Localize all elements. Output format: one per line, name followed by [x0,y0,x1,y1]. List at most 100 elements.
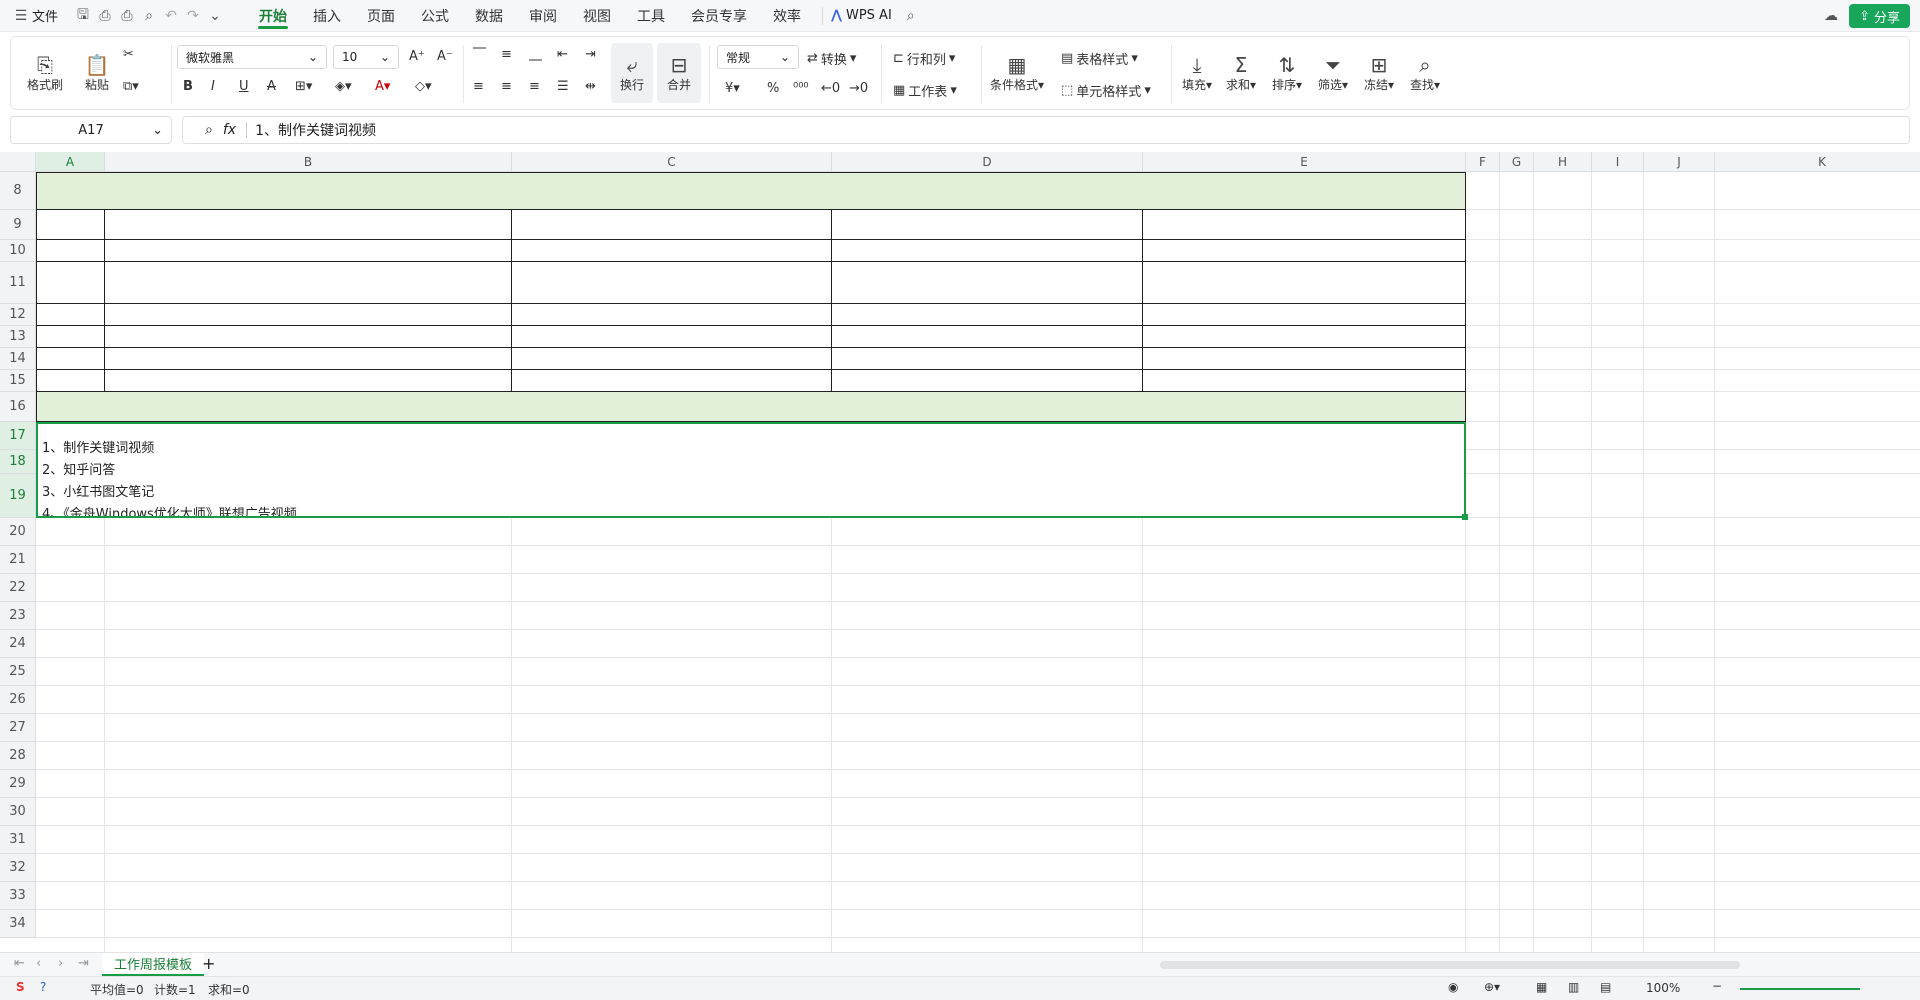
align-middle-icon[interactable]: ≡ [501,47,512,62]
table-cell[interactable] [832,370,1143,392]
table-cell[interactable] [105,370,512,392]
target-icon[interactable]: ⊕▾ [1484,980,1500,994]
align-center-icon[interactable]: ≡ [501,79,512,94]
wps-ai-button[interactable]: WPS AI [846,8,892,23]
formula-input[interactable]: ⌕ fx 1、制作关键词视频 [182,116,1910,144]
justify-icon[interactable]: ☰ [557,79,569,94]
row-header-20[interactable]: 20 [0,518,36,546]
table-cell[interactable] [36,304,105,326]
table-cell[interactable] [512,348,832,370]
font-name-select[interactable]: 微软雅黑 ⌄ [177,45,327,69]
row-header-18[interactable]: 18 [0,450,36,474]
font-shrink-icon[interactable]: A⁻ [437,49,453,64]
undo-icon[interactable]: ↶ [160,5,182,27]
clear-icon[interactable]: ◇▾ [415,79,432,94]
row-header-13[interactable]: 13 [0,326,36,348]
rows-cols-button[interactable]: ⊏ 行和列 ▾ [893,49,955,68]
italic-icon[interactable]: I [211,79,215,94]
sum-button[interactable]: Σ 求和▾ [1221,45,1261,101]
row-header-24[interactable]: 24 [0,630,36,658]
export-icon[interactable]: ⎙ [94,5,116,27]
row-header-33[interactable]: 33 [0,882,36,910]
column-header-F[interactable]: F [1466,152,1500,172]
worksheet-button[interactable]: ▦ 工作表 ▾ [893,81,957,100]
table-cell[interactable] [512,262,832,304]
first-sheet-icon[interactable]: ⇤ [14,956,25,971]
page-break-icon[interactable]: ▤ [1600,980,1611,994]
wrap-text-button[interactable]: ⤶ 换行 [611,43,653,103]
row-header-21[interactable]: 21 [0,546,36,574]
table-header-cell[interactable] [512,210,832,240]
tab-1[interactable]: 插入 [300,0,354,32]
row-header-26[interactable]: 26 [0,686,36,714]
fx-icon[interactable]: fx [223,122,236,138]
currency-icon[interactable]: ¥▾ [725,81,740,96]
percent-icon[interactable]: % [767,81,779,96]
tab-8[interactable]: 会员专享 [678,0,760,32]
table-cell[interactable] [832,262,1143,304]
row-header-28[interactable]: 28 [0,742,36,770]
table-cell[interactable] [105,240,512,262]
redo-icon[interactable]: ↷ [182,5,204,27]
last-sheet-icon[interactable]: ⇥ [78,956,89,971]
tab-4[interactable]: 数据 [462,0,516,32]
table-cell[interactable] [832,348,1143,370]
align-bottom-icon[interactable]: ⎽ [529,47,542,62]
row-header-16[interactable]: 16 [0,392,36,422]
row-header-17[interactable]: 17 [0,422,36,450]
number-format-select[interactable]: 常规 ⌄ [717,45,799,69]
row-header-15[interactable]: 15 [0,370,36,392]
find-button[interactable]: ⌕ 查找▾ [1405,45,1445,101]
row-header-22[interactable]: 22 [0,574,36,602]
column-header-K[interactable]: K [1715,152,1920,172]
cloud-icon[interactable]: ☁ [1820,5,1842,27]
table-header-cell[interactable] [1143,210,1466,240]
add-sheet-icon[interactable]: + [202,954,215,973]
column-header-H[interactable]: H [1534,152,1592,172]
plan-cell[interactable]: 1、制作关键词视频 2、知乎问答 3、小红书图文笔记 4、《金舟Windows优化大师… [36,422,1466,518]
table-cell[interactable] [105,348,512,370]
convert-button[interactable]: ⇄ 转换 ▾ [807,49,856,68]
table-cell[interactable] [512,326,832,348]
align-right-icon[interactable]: ≡ [529,79,540,94]
decimal-decrease-icon[interactable]: →0 [849,81,868,96]
print-icon[interactable]: ⎙ [116,5,138,27]
freeze-button[interactable]: ⊞ 冻结▾ [1359,45,1399,101]
row-header-8[interactable]: 8 [0,172,36,210]
format-painter-button[interactable]: ⎘ 格式刷 [25,45,65,101]
column-header-B[interactable]: B [105,152,512,172]
table-cell[interactable] [832,304,1143,326]
row-header-29[interactable]: 29 [0,770,36,798]
table-style-button[interactable]: ▤ 表格样式 ▾ [1061,49,1138,68]
row-header-10[interactable]: 10 [0,240,36,262]
row-header-27[interactable]: 27 [0,714,36,742]
table-cell[interactable] [512,240,832,262]
row-header-34[interactable]: 34 [0,910,36,938]
conditional-format-button[interactable]: ▦ 条件格式▾ [985,45,1049,101]
table-cell[interactable] [105,326,512,348]
fill-color-icon[interactable]: ◈▾ [335,79,352,94]
file-menu[interactable]: 文件 [32,6,58,25]
table-cell[interactable] [1143,304,1466,326]
table-header-cell[interactable] [105,210,512,240]
row-header-19[interactable]: 19 [0,474,36,518]
save-icon[interactable]: 🖫 [72,5,94,27]
distribute-icon[interactable]: ⇹ [585,79,596,94]
layout-view-icon[interactable]: ▥ [1568,980,1579,994]
decimal-increase-icon[interactable]: ←0 [821,81,840,96]
column-header-D[interactable]: D [832,152,1143,172]
paste-button[interactable]: 📋 粘贴 [77,45,117,101]
tab-6[interactable]: 视图 [570,0,624,32]
table-cell[interactable] [1143,240,1466,262]
table-cell[interactable] [36,370,105,392]
merge-button[interactable]: ⊟ 合并 [657,43,701,103]
table-cell[interactable] [1143,348,1466,370]
table-cell[interactable] [832,326,1143,348]
tab-3[interactable]: 公式 [408,0,462,32]
table-cell[interactable] [36,262,105,304]
row-header-25[interactable]: 25 [0,658,36,686]
sort-button[interactable]: ⇅ 排序▾ [1267,45,1307,101]
name-box[interactable]: A17 ⌄ [10,116,172,144]
horizontal-scrollbar[interactable] [1160,961,1740,969]
fill-button[interactable]: ⤓ 填充▾ [1177,45,1217,101]
